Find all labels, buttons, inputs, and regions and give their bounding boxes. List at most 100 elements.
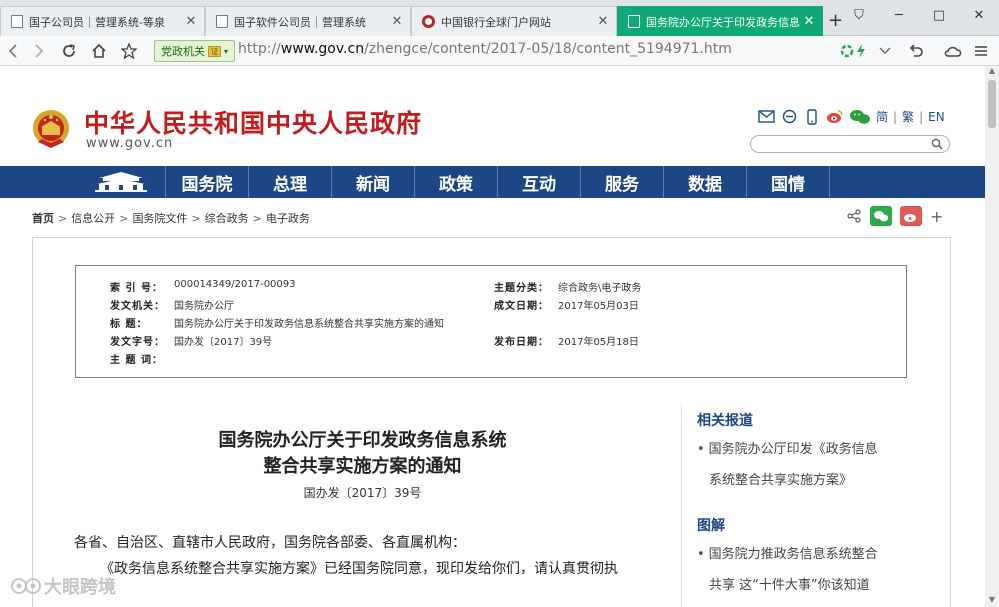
related-report-link[interactable]: • 国务院办公厅印发《政务信息 系统整合共享实施方案》 (697, 434, 878, 496)
meta-key: 发文字号： (110, 337, 165, 348)
sidebar-divider (681, 405, 682, 607)
refresh-icon[interactable] (58, 40, 80, 62)
government-site-badge[interactable]: 党政机关 证 ▾ (154, 40, 236, 62)
bullet: • (697, 442, 705, 457)
link-text: 共享 这“十件大事”你该知道 (709, 578, 870, 593)
meta-key: 成文日期： (494, 301, 549, 312)
article-title-line: 国务院办公厅关于印发政务信息系统 (218, 430, 507, 451)
nav-services[interactable]: 服务 (581, 166, 664, 198)
breadcrumb-item[interactable]: 国务院文件 (132, 212, 187, 225)
lang-traditional[interactable]: 繁 (902, 108, 914, 125)
link-text: 系统整合共享实施方案》 (709, 473, 853, 488)
skin-icon[interactable]: ⛉ (839, 0, 879, 30)
lang-english[interactable]: EN (928, 110, 945, 124)
tab-close-icon[interactable]: ✕ (594, 14, 612, 29)
lang-separator: | (919, 109, 924, 124)
tab-title: 国务院办公厅关于印发政务信息 (646, 15, 800, 29)
meta-publish-date: 2017年05月18日 (558, 337, 639, 348)
tab-close-icon[interactable]: ✕ (388, 14, 406, 29)
chevron-down-icon[interactable] (876, 40, 894, 62)
site-search-input[interactable] (750, 135, 950, 153)
meta-key: 主 题 词： (110, 355, 163, 366)
bank-logo-icon (422, 15, 435, 28)
meta-key: 索 引 号： (110, 283, 163, 294)
close-window-button[interactable]: ✕ (959, 0, 999, 30)
breadcrumb-home[interactable]: 首页 (32, 212, 54, 225)
tab-close-icon[interactable]: ✕ (800, 14, 818, 29)
scroll-down-arrow-icon[interactable]: ▼ (985, 595, 999, 607)
menu-icon[interactable] (970, 40, 992, 62)
browser-tab-active[interactable]: 国务院办公厅关于印发政务信息 ✕ (617, 6, 823, 36)
lang-simplified[interactable]: 简 (876, 108, 888, 125)
site-domain: www.gov.cn (86, 136, 174, 151)
site-title[interactable]: 中华人民共和国中央人民政府 (84, 104, 422, 140)
breadcrumb-separator: > (191, 212, 201, 225)
meta-issuing-agency: 国务院办公厅 (174, 301, 234, 312)
tab-title: 中国银行全球门户网站 (441, 15, 551, 29)
breadcrumb-separator: > (119, 212, 129, 225)
breadcrumb-item[interactable]: 电子政务 (266, 212, 310, 225)
document-icon (216, 15, 228, 28)
breadcrumb-separator: > (252, 212, 262, 225)
tab-title: 国子公司员｜营理系统-等泉 (29, 15, 165, 29)
seal-icon: 证 (208, 45, 221, 57)
nav-data[interactable]: 数据 (664, 166, 747, 198)
browser-tab[interactable]: 国子软件公司员｜营理系统 ✕ (205, 6, 411, 36)
wechat-icon[interactable] (849, 109, 871, 125)
chevron-down-icon: ▾ (224, 46, 229, 56)
undo-icon[interactable] (905, 40, 927, 62)
address-bar-url[interactable]: http://www.gov.cn/zhengce/content/2017-0… (238, 41, 732, 57)
illustration-heading: 图解 (697, 518, 725, 534)
meta-document-number: 国办发〔2017〕39号 (174, 337, 273, 348)
breadcrumb-item[interactable]: 信息公开 (71, 212, 115, 225)
nav-state-council[interactable]: 国务院 (166, 166, 249, 198)
cloud-icon[interactable] (941, 40, 965, 62)
scrollbar-thumb[interactable] (988, 80, 996, 128)
share-bar: + (846, 206, 943, 226)
main-navigation: 国务院 总理 新闻 政策 互动 服务 数据 国情 (0, 166, 999, 198)
article-paragraph: 《政务信息系统整合共享实施方案》已经国务院同意，现印发给你们，请认真贯彻执 (100, 561, 618, 577)
link-text: 国务院力推政务信息系统整合 (708, 547, 878, 562)
nav-national-conditions[interactable]: 国情 (747, 166, 830, 198)
article-title-line: 整合共享实施方案的通知 (263, 456, 462, 477)
article-paragraph: 各省、自治区、直辖市人民政府，国务院各部委、各直属机构： (74, 535, 466, 551)
nav-news[interactable]: 新闻 (332, 166, 415, 198)
watermark: 大眼跨境 (10, 573, 116, 599)
document-info-table: 索 引 号： 000014349/2017-00093 发文机关： 国务院办公厅 标… (75, 265, 907, 378)
tab-close-icon[interactable]: ✕ (182, 14, 200, 29)
nav-home-tiananmen-icon[interactable] (76, 166, 166, 198)
meta-index-number: 000014349/2017-00093 (174, 279, 296, 290)
nav-policies[interactable]: 政策 (415, 166, 498, 198)
search-icon[interactable] (931, 138, 943, 150)
home-icon[interactable] (88, 40, 110, 62)
nav-premier[interactable]: 总理 (249, 166, 332, 198)
page-scrollbar[interactable]: ▲ ▼ (985, 66, 999, 607)
meta-key: 主题分类： (494, 283, 549, 294)
back-arrow-icon[interactable] (2, 40, 24, 62)
badge-label: 党政机关 (161, 45, 205, 58)
header-quick-links: 简 | 繁 | EN (757, 108, 945, 125)
more-share-plus-icon[interactable]: + (930, 207, 943, 226)
illustration-link[interactable]: • 国务院力推政务信息系统整合 共享 这“十件大事”你该知道 (697, 539, 878, 601)
watermark-text: 大眼跨境 (44, 577, 116, 598)
share-icon[interactable] (846, 206, 862, 226)
related-reports-heading: 相关报道 (697, 413, 753, 429)
browser-tab-bar: 国子公司员｜营理系统-等泉 ✕ 国子软件公司员｜营理系统 ✕ 中国银行全球门户网… (0, 0, 999, 36)
scroll-up-arrow-icon[interactable]: ▲ (985, 66, 999, 78)
maximize-button[interactable]: □ (919, 0, 959, 30)
mail-icon[interactable] (757, 109, 775, 125)
browser-tab[interactable]: 国子公司员｜营理系统-等泉 ✕ (0, 6, 205, 36)
nav-interaction[interactable]: 互动 (498, 166, 581, 198)
star-icon[interactable] (118, 40, 140, 62)
lightning-icon[interactable] (852, 40, 870, 62)
weibo-share-icon[interactable] (900, 206, 922, 226)
wechat-share-icon[interactable] (870, 206, 892, 226)
forward-arrow-icon[interactable] (28, 40, 50, 62)
minimize-button[interactable]: ─ (879, 0, 919, 30)
mobile-icon[interactable] (803, 108, 821, 125)
weibo-icon[interactable] (826, 109, 844, 125)
browser-tab[interactable]: 中国银行全球门户网站 ✕ (411, 6, 617, 36)
breadcrumb-item[interactable]: 综合政务 (205, 212, 249, 225)
document-icon (11, 15, 23, 28)
minus-circle-icon[interactable] (780, 109, 798, 125)
